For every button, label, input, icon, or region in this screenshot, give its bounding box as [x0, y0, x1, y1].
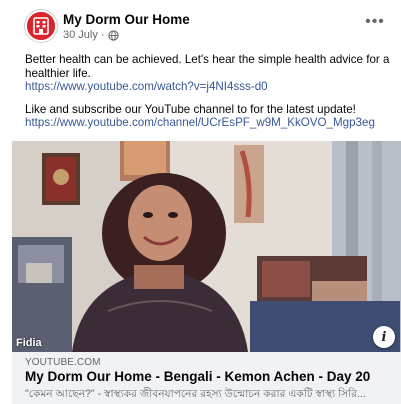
post-meta: 30 July ·	[63, 29, 119, 41]
facebook-post: My Dorm Our Home 30 July · ••• Better he…	[0, 0, 401, 404]
post-text-line-2: Like and subscribe our YouTube channel t…	[25, 102, 356, 116]
post-link-2[interactable]: https://www.youtube.com/channel/UCrEsPF_…	[25, 116, 395, 130]
post-text-line-1: Better health can be achieved. Let's hea…	[25, 53, 390, 80]
link-description: "কেমন আছেন?" - স্বাস্থ্যকর জীবনযাপনের রহ…	[25, 388, 366, 400]
globe-icon	[107, 29, 119, 41]
post-body: Better health can be achieved. Let's hea…	[25, 53, 395, 130]
more-options-button[interactable]: •••	[363, 12, 387, 32]
more-options-icon: •••	[365, 13, 385, 30]
post-link-1[interactable]: https://www.youtube.com/watch?v=j4NI4sss…	[25, 80, 395, 94]
meta-separator: ·	[100, 29, 105, 41]
info-icon[interactable]: i	[373, 326, 395, 348]
page-name[interactable]: My Dorm Our Home	[63, 12, 190, 27]
link-title[interactable]: My Dorm Our Home - Bengali - Kemon Achen…	[25, 369, 370, 384]
page-avatar-logo	[27, 12, 55, 40]
post-date[interactable]: 30 July	[63, 29, 98, 41]
video-thumbnail[interactable]: Fidia i	[12, 141, 401, 352]
link-domain: YOUTUBE.COM	[25, 357, 101, 368]
post-header: My Dorm Our Home 30 July · •••	[25, 10, 391, 46]
video-thumbnail-image	[12, 141, 401, 352]
video-source-label: Fidia	[16, 337, 42, 349]
page-avatar[interactable]	[25, 10, 57, 42]
link-preview-card[interactable]: YOUTUBE.COM My Dorm Our Home - Bengali -…	[12, 352, 401, 404]
